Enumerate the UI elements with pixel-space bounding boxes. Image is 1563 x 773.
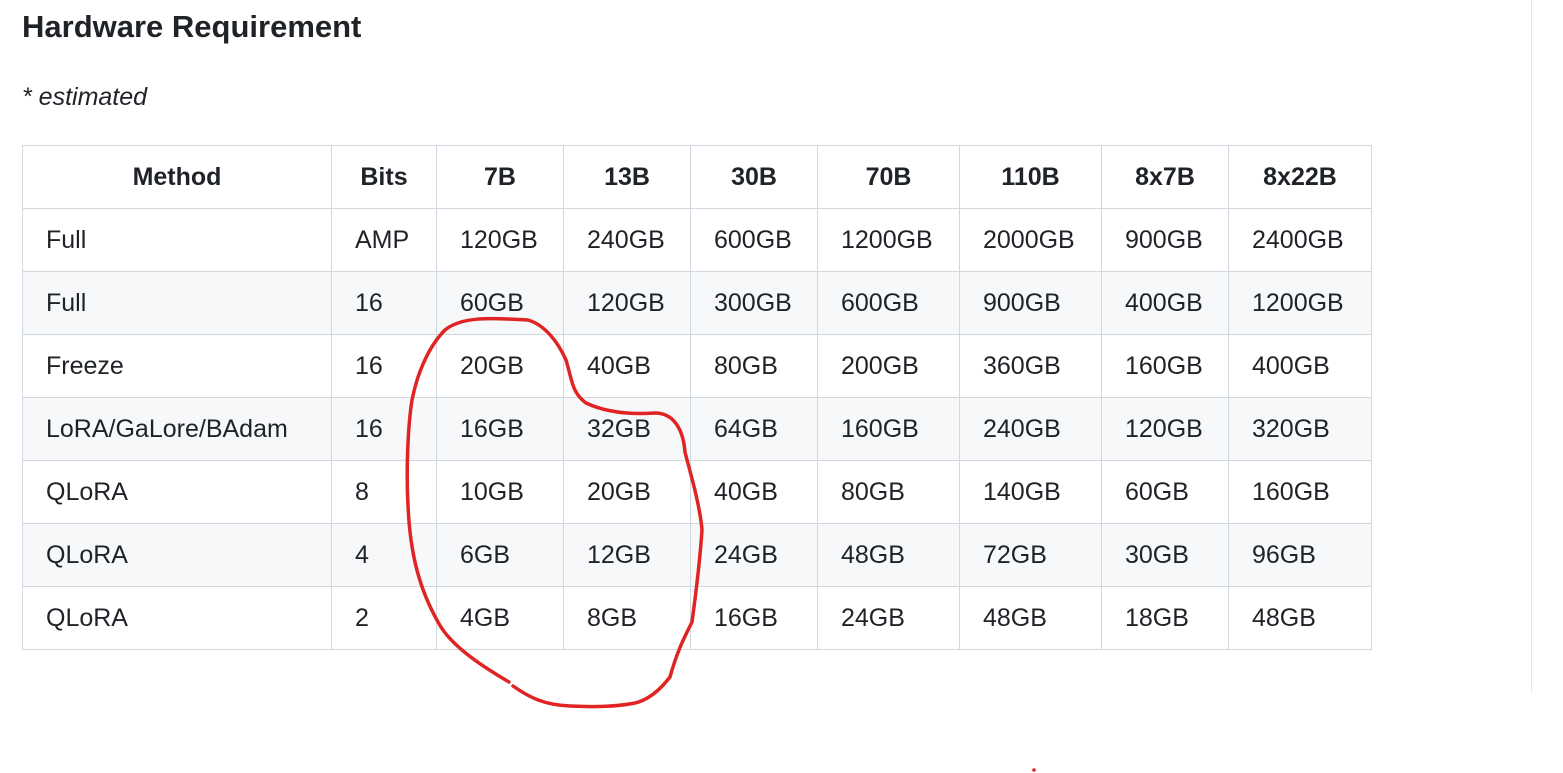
- cell-30b: 16GB: [690, 586, 818, 650]
- header-bits: Bits: [331, 145, 437, 209]
- cell-8x22b: 1200GB: [1228, 271, 1372, 335]
- cell-8x22b: 96GB: [1228, 523, 1372, 587]
- cell-method: LoRA/GaLore/BAdam: [22, 397, 332, 461]
- cell-70b: 160GB: [817, 397, 960, 461]
- cell-8x7b: 30GB: [1101, 523, 1229, 587]
- cell-method: QLoRA: [22, 586, 332, 650]
- header-13b: 13B: [563, 145, 691, 209]
- cell-7b: 4GB: [436, 586, 564, 650]
- header-8x22b: 8x22B: [1228, 145, 1372, 209]
- cell-8x7b: 160GB: [1101, 334, 1229, 398]
- cell-8x7b: 18GB: [1101, 586, 1229, 650]
- cell-70b: 24GB: [817, 586, 960, 650]
- content-border-line: [1531, 0, 1532, 693]
- cell-110b: 240GB: [959, 397, 1102, 461]
- cell-30b: 600GB: [690, 208, 818, 272]
- cell-110b: 140GB: [959, 460, 1102, 524]
- cell-method: QLoRA: [22, 460, 332, 524]
- cell-8x22b: 400GB: [1228, 334, 1372, 398]
- table-row: Full 16 60GB 120GB 300GB 600GB 900GB 400…: [22, 271, 1372, 335]
- table-row: Full AMP 120GB 240GB 600GB 1200GB 2000GB…: [22, 208, 1372, 272]
- header-7b: 7B: [436, 145, 564, 209]
- cell-110b: 48GB: [959, 586, 1102, 650]
- cell-bits: 16: [331, 271, 437, 335]
- cell-7b: 120GB: [436, 208, 564, 272]
- cell-7b: 60GB: [436, 271, 564, 335]
- cell-7b: 10GB: [436, 460, 564, 524]
- cell-110b: 360GB: [959, 334, 1102, 398]
- cell-8x7b: 400GB: [1101, 271, 1229, 335]
- estimated-note: * estimated: [22, 83, 148, 111]
- cell-13b: 20GB: [563, 460, 691, 524]
- cell-70b: 600GB: [817, 271, 960, 335]
- cell-8x22b: 2400GB: [1228, 208, 1372, 272]
- cell-7b: 16GB: [436, 397, 564, 461]
- header-110b: 110B: [959, 145, 1102, 209]
- red-dot-mark: [1032, 768, 1036, 772]
- cell-method: QLoRA: [22, 523, 332, 587]
- cell-7b: 20GB: [436, 334, 564, 398]
- cell-70b: 1200GB: [817, 208, 960, 272]
- cell-70b: 48GB: [817, 523, 960, 587]
- cell-bits: 4: [331, 523, 437, 587]
- cell-13b: 240GB: [563, 208, 691, 272]
- header-method: Method: [22, 145, 332, 209]
- cell-method: Full: [22, 271, 332, 335]
- table-row: QLoRA 2 4GB 8GB 16GB 24GB 48GB 18GB 48GB: [22, 586, 1372, 650]
- cell-method: Full: [22, 208, 332, 272]
- cell-bits: 16: [331, 334, 437, 398]
- cell-8x7b: 120GB: [1101, 397, 1229, 461]
- header-70b: 70B: [817, 145, 960, 209]
- cell-7b: 6GB: [436, 523, 564, 587]
- header-8x7b: 8x7B: [1101, 145, 1229, 209]
- cell-8x7b: 60GB: [1101, 460, 1229, 524]
- cell-13b: 32GB: [563, 397, 691, 461]
- cell-8x22b: 320GB: [1228, 397, 1372, 461]
- cell-30b: 80GB: [690, 334, 818, 398]
- cell-30b: 64GB: [690, 397, 818, 461]
- cell-30b: 40GB: [690, 460, 818, 524]
- hardware-requirement-table: Method Bits 7B 13B 30B 70B 110B 8x7B 8x2…: [22, 145, 1372, 650]
- cell-13b: 120GB: [563, 271, 691, 335]
- cell-8x22b: 48GB: [1228, 586, 1372, 650]
- table-header-row: Method Bits 7B 13B 30B 70B 110B 8x7B 8x2…: [22, 145, 1372, 209]
- cell-110b: 72GB: [959, 523, 1102, 587]
- table-row: QLoRA 8 10GB 20GB 40GB 80GB 140GB 60GB 1…: [22, 460, 1372, 524]
- table-row: QLoRA 4 6GB 12GB 24GB 48GB 72GB 30GB 96G…: [22, 523, 1372, 587]
- header-30b: 30B: [690, 145, 818, 209]
- cell-70b: 200GB: [817, 334, 960, 398]
- cell-bits: 16: [331, 397, 437, 461]
- cell-30b: 24GB: [690, 523, 818, 587]
- cell-bits: AMP: [331, 208, 437, 272]
- cell-method: Freeze: [22, 334, 332, 398]
- section-heading: Hardware Requirement: [22, 9, 362, 44]
- cell-13b: 8GB: [563, 586, 691, 650]
- cell-30b: 300GB: [690, 271, 818, 335]
- cell-110b: 900GB: [959, 271, 1102, 335]
- cell-8x22b: 160GB: [1228, 460, 1372, 524]
- cell-110b: 2000GB: [959, 208, 1102, 272]
- cell-13b: 12GB: [563, 523, 691, 587]
- cell-13b: 40GB: [563, 334, 691, 398]
- table-row: LoRA/GaLore/BAdam 16 16GB 32GB 64GB 160G…: [22, 397, 1372, 461]
- cell-bits: 2: [331, 586, 437, 650]
- cell-bits: 8: [331, 460, 437, 524]
- table-row: Freeze 16 20GB 40GB 80GB 200GB 360GB 160…: [22, 334, 1372, 398]
- cell-70b: 80GB: [817, 460, 960, 524]
- cell-8x7b: 900GB: [1101, 208, 1229, 272]
